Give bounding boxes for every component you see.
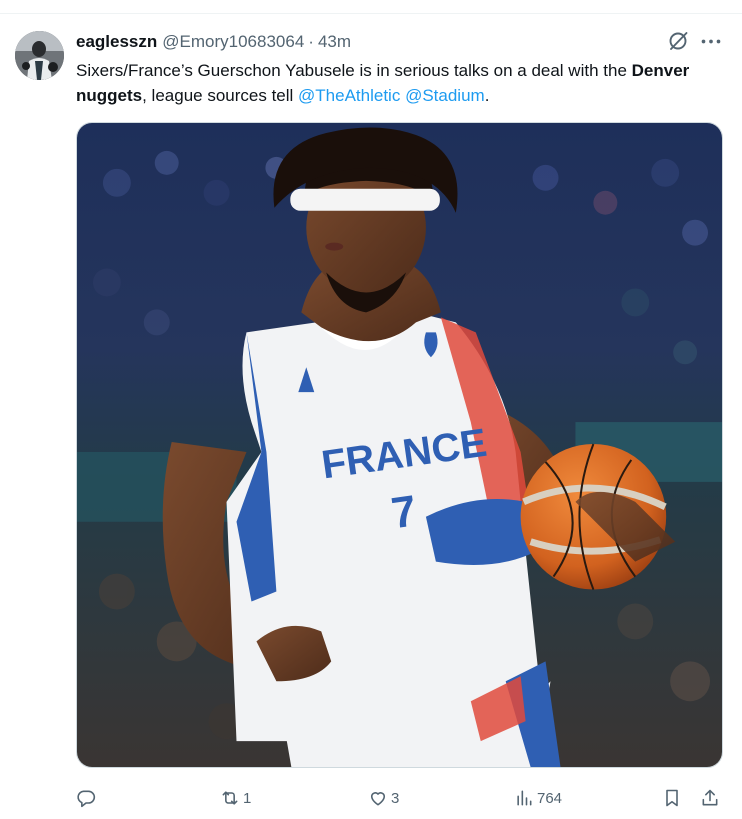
reply-button[interactable] (76, 784, 99, 812)
like-button[interactable]: 3 (368, 784, 399, 812)
bookmark-button[interactable] (662, 784, 682, 812)
user-handle[interactable]: @Emory10683064 (162, 32, 304, 52)
display-name[interactable]: eaglesszn (76, 32, 157, 52)
bookmark-icon (662, 788, 682, 808)
more-icon[interactable] (699, 30, 723, 52)
tweet-text-end: . (484, 86, 490, 105)
heart-icon (368, 788, 388, 808)
share-button[interactable] (700, 784, 720, 812)
avatar[interactable] (15, 31, 64, 80)
tweet-text-part2: , league sources tell (142, 86, 299, 105)
views-count: 764 (537, 789, 563, 807)
mention-theathletic[interactable]: @TheAthletic (298, 86, 400, 105)
separator-dot: · (308, 32, 314, 51)
tweet-actions: 1 3 764 (76, 784, 726, 812)
tweet-text-part1: Sixers/France’s Guerschon Yabusele is in… (76, 61, 632, 80)
tweet-header: eaglesszn @Emory10683064 · 43m (76, 31, 351, 53)
views-icon (514, 788, 534, 808)
reply-icon (76, 788, 96, 808)
timestamp[interactable]: 43m (318, 32, 351, 52)
retweet-button[interactable]: 1 (220, 784, 251, 812)
views-button[interactable]: 764 (514, 784, 562, 812)
tweet-photo[interactable]: FRANCE 7 (76, 122, 723, 768)
retweet-count: 1 (243, 789, 252, 807)
like-count: 3 (391, 789, 400, 807)
share-icon (700, 788, 720, 808)
retweet-icon (220, 788, 240, 808)
grok-icon[interactable] (667, 30, 689, 52)
tweet[interactable]: eaglesszn @Emory10683064 · 43m Sixers/Fr… (0, 14, 742, 819)
mention-stadium[interactable]: @Stadium (405, 86, 485, 105)
tweet-text: Sixers/France’s Guerschon Yabusele is in… (76, 58, 726, 108)
